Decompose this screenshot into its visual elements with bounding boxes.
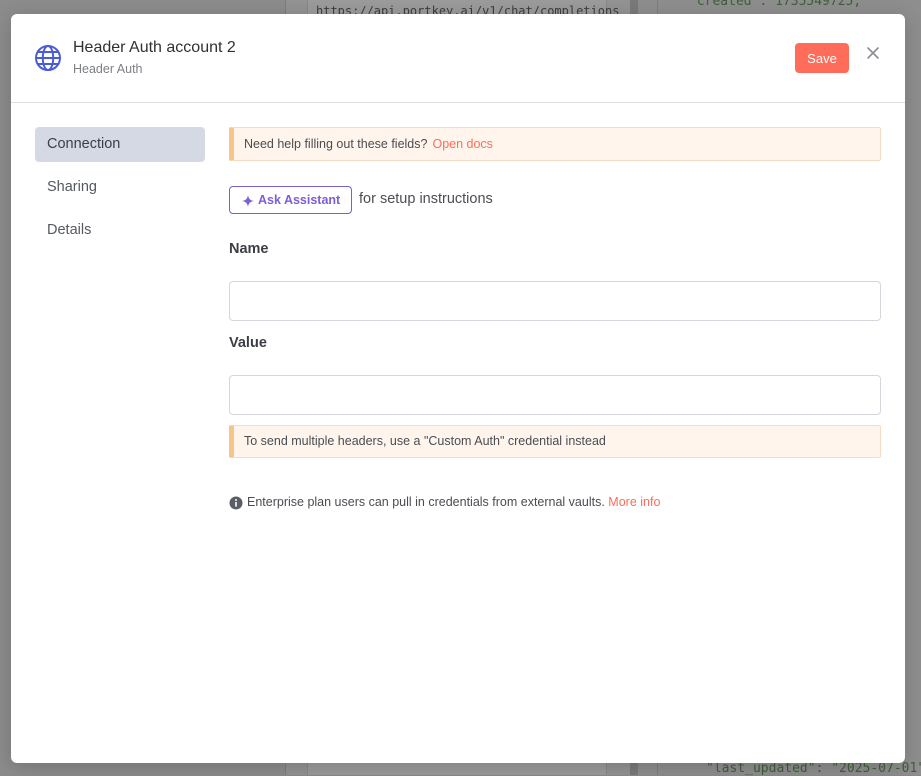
credential-type: Header Auth bbox=[73, 62, 143, 76]
info-icon bbox=[229, 496, 243, 510]
enterprise-text: Enterprise plan users can pull in creden… bbox=[247, 495, 605, 509]
name-label: Name bbox=[229, 241, 269, 257]
sidebar-item-details[interactable]: Details bbox=[35, 213, 205, 248]
help-notice: Need help filling out these fields? Open … bbox=[229, 127, 881, 161]
assistant-hint: for setup instructions bbox=[359, 191, 493, 207]
save-button[interactable]: Save bbox=[795, 43, 849, 73]
credential-sidebar: Connection Sharing Details bbox=[35, 127, 205, 256]
sidebar-item-sharing[interactable]: Sharing bbox=[35, 170, 205, 205]
multiple-headers-text: To send multiple headers, use a "Custom … bbox=[244, 434, 606, 448]
background-json-text: "created": 1735549725, bbox=[689, 0, 862, 9]
close-icon[interactable] bbox=[864, 44, 882, 62]
sparkle-icon bbox=[241, 194, 255, 208]
ask-assistant-button[interactable]: Ask Assistant bbox=[229, 186, 352, 214]
globe-icon bbox=[33, 43, 63, 73]
sidebar-item-connection[interactable]: Connection bbox=[35, 127, 205, 162]
ask-assistant-label: Ask Assistant bbox=[258, 193, 341, 207]
name-field[interactable] bbox=[229, 281, 881, 321]
more-info-link[interactable]: More info bbox=[608, 495, 660, 509]
value-label: Value bbox=[229, 335, 267, 351]
background-json-text: "last_updated": "2025-07-01" bbox=[706, 761, 921, 776]
modal-header: Header Auth account 2 Header Auth Save bbox=[11, 14, 905, 103]
multiple-headers-notice: To send multiple headers, use a "Custom … bbox=[229, 425, 881, 458]
help-notice-text: Need help filling out these fields? bbox=[244, 137, 428, 151]
credential-modal: Header Auth account 2 Header Auth Save C… bbox=[11, 14, 905, 763]
value-field[interactable] bbox=[229, 375, 881, 415]
open-docs-link[interactable]: Open docs bbox=[432, 137, 492, 151]
credential-title[interactable]: Header Auth account 2 bbox=[73, 39, 236, 57]
